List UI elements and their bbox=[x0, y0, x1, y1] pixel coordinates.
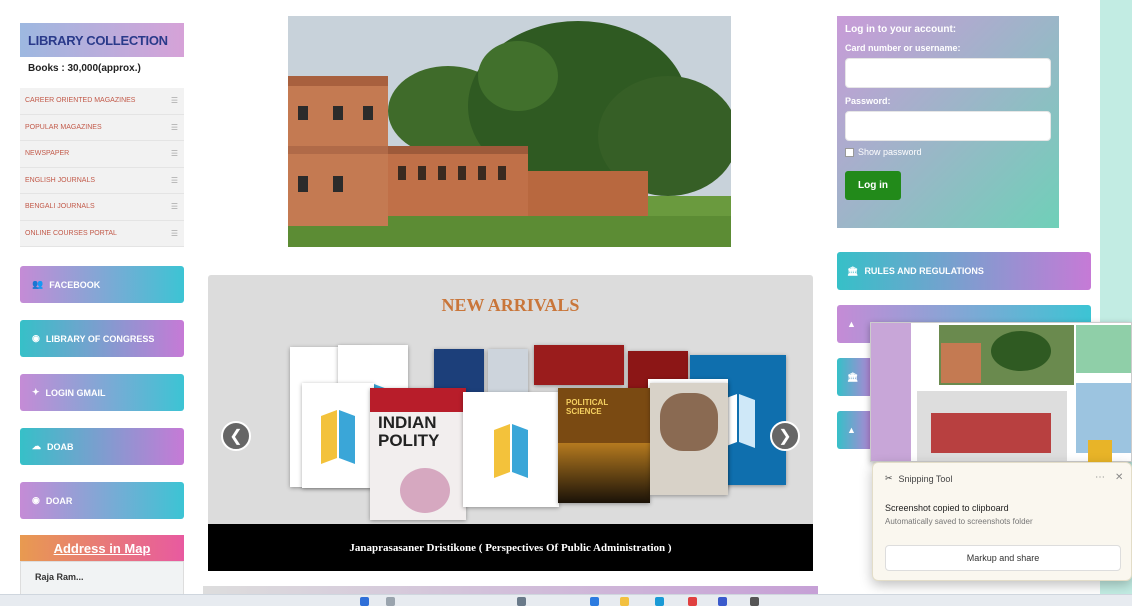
doab-label: DOAB bbox=[47, 441, 74, 452]
password-label: Password: bbox=[845, 96, 891, 106]
library-collection-header: LIBRARY COLLECTION bbox=[20, 23, 184, 57]
library-of-congress-label: LIBRARY OF CONGRESS bbox=[45, 333, 155, 344]
folder-icon[interactable] bbox=[620, 597, 629, 606]
bank-icon: 🏛 bbox=[847, 371, 859, 382]
chrome-icon[interactable] bbox=[688, 597, 697, 606]
rules-regulations-label: RULES AND REGULATIONS bbox=[864, 266, 984, 276]
facebook-button[interactable]: 👥 FACEBOOK bbox=[20, 266, 184, 303]
facebook-label: FACEBOOK bbox=[49, 279, 101, 290]
list-icon: ☰ bbox=[170, 202, 178, 212]
markup-share-button[interactable]: Markup and share bbox=[885, 545, 1121, 571]
close-icon[interactable]: ✕ bbox=[1115, 472, 1123, 483]
book-placeholder-icon bbox=[321, 409, 355, 464]
login-title: Log in to your account: bbox=[845, 24, 957, 35]
book-cover-indian-polity[interactable]: INDIAN POLITY bbox=[370, 388, 466, 520]
collection-item-career-magazines[interactable]: CAREER ORIENTED MAGAZINES ☰ bbox=[20, 88, 184, 115]
show-password-toggle[interactable]: Show password bbox=[845, 147, 1051, 157]
doar-button[interactable]: ◉ DOAR bbox=[20, 482, 184, 519]
users-icon: 👥 bbox=[32, 279, 44, 289]
more-options-icon[interactable]: ⋯ bbox=[1095, 472, 1105, 483]
book-title: INDIAN POLITY bbox=[378, 413, 440, 450]
login-panel: Log in to your account: Card number or u… bbox=[837, 16, 1059, 228]
list-icon: ☰ bbox=[170, 175, 178, 185]
book-cover[interactable] bbox=[650, 383, 728, 495]
doab-button[interactable]: ☁ DOAB bbox=[20, 428, 184, 465]
library-collection-title: LIBRARY COLLECTION bbox=[28, 32, 168, 48]
collection-list: CAREER ORIENTED MAGAZINES ☰ POPULAR MAGAZ… bbox=[20, 88, 184, 247]
login-gmail-button[interactable]: ✦ LOGIN GMAIL bbox=[20, 374, 184, 411]
cloud-icon: ▲ bbox=[847, 425, 856, 435]
taskbar bbox=[0, 594, 1132, 606]
chevron-right-icon: ❯ bbox=[778, 428, 792, 445]
collection-label: POPULAR MAGAZINES bbox=[25, 123, 102, 131]
book-title: POLITICAL SCIENCE bbox=[566, 398, 609, 416]
task-view-icon[interactable] bbox=[517, 597, 526, 606]
bank-icon: ▲ bbox=[847, 319, 856, 329]
list-icon: ☰ bbox=[170, 122, 178, 132]
collection-label: NEWSPAPER bbox=[25, 150, 70, 158]
toast-submessage: Automatically saved to screenshots folde… bbox=[885, 517, 1033, 526]
app-icon[interactable] bbox=[718, 597, 727, 606]
book-placeholder-icon bbox=[494, 423, 528, 478]
carousel-next-button[interactable]: ❯ bbox=[770, 421, 800, 451]
windows-start-icon[interactable] bbox=[360, 597, 369, 606]
scissors-icon: ✂ bbox=[885, 473, 893, 483]
new-arrivals-title: NEW ARRIVALS bbox=[441, 295, 580, 315]
carousel-prev-button[interactable]: ❮ bbox=[221, 421, 251, 451]
search-icon[interactable] bbox=[386, 597, 395, 606]
login-gmail-label: LOGIN GMAIL bbox=[45, 387, 106, 398]
book-cover[interactable] bbox=[534, 345, 624, 385]
list-icon: ☰ bbox=[170, 96, 178, 106]
toast-app-label: ✂ Snipping Tool bbox=[885, 473, 952, 484]
book-cover[interactable] bbox=[463, 392, 559, 507]
rules-regulations-button[interactable]: 🏛 RULES AND REGULATIONS bbox=[837, 252, 1091, 290]
cloud-icon: ☁ bbox=[32, 441, 41, 451]
login-button[interactable]: Log in bbox=[845, 171, 901, 200]
bank-icon: 🏛 bbox=[847, 265, 859, 276]
book-cover-political-science[interactable]: POLITICAL SCIENCE bbox=[558, 388, 650, 503]
group-icon: ✦ bbox=[32, 387, 40, 397]
book-cover[interactable] bbox=[302, 383, 374, 488]
collection-item-popular-magazines[interactable]: POPULAR MAGAZINES ☰ bbox=[20, 114, 184, 141]
checkbox[interactable] bbox=[845, 147, 854, 157]
campus-photo bbox=[288, 16, 731, 247]
collection-item-newspaper[interactable]: NEWSPAPER ☰ bbox=[20, 141, 184, 168]
content-divider bbox=[203, 586, 818, 594]
toast-app-name: Snipping Tool bbox=[898, 473, 953, 484]
collection-item-online-courses[interactable]: ONLINE COURSES PORTAL ☰ bbox=[20, 220, 184, 247]
password-input[interactable] bbox=[845, 111, 1051, 141]
camera-icon: ◉ bbox=[32, 495, 40, 505]
snipping-tool-toast[interactable]: ✂ Snipping Tool ⋯ ✕ Screenshot copied to … bbox=[872, 462, 1132, 581]
list-icon: ☰ bbox=[170, 228, 178, 238]
toast-message: Screenshot copied to clipboard bbox=[885, 503, 1009, 513]
chevron-left-icon: ❮ bbox=[229, 428, 243, 445]
carousel-caption: Janaprasasaner Dristikone ( Perspectives… bbox=[208, 524, 813, 571]
username-input[interactable] bbox=[845, 58, 1051, 88]
list-icon: ☰ bbox=[170, 149, 178, 159]
library-of-congress-button[interactable]: ◉ LIBRARY OF CONGRESS bbox=[20, 320, 184, 357]
show-password-label: Show password bbox=[858, 147, 922, 157]
doar-label: DOAR bbox=[45, 495, 73, 506]
app-icon[interactable] bbox=[750, 597, 759, 606]
collection-item-bengali-journals[interactable]: BENGALI JOURNALS ☰ bbox=[20, 194, 184, 221]
address-in-map-link[interactable]: Address in Map bbox=[20, 535, 184, 561]
collection-item-english-journals[interactable]: ENGLISH JOURNALS ☰ bbox=[20, 167, 184, 194]
new-arrivals-carousel: NEW ARRIVALS INDIAN POLITY POLITICAL SCI… bbox=[208, 275, 813, 571]
books-count: Books : 30,000(approx.) bbox=[28, 63, 141, 74]
camera-icon: ◉ bbox=[32, 333, 40, 343]
app-icon[interactable] bbox=[590, 597, 599, 606]
collection-label: ONLINE COURSES PORTAL bbox=[25, 229, 117, 237]
notification-indicator bbox=[1088, 440, 1112, 462]
collection-label: ENGLISH JOURNALS bbox=[25, 176, 96, 184]
username-label: Card number or username: bbox=[845, 43, 961, 53]
collection-label: CAREER ORIENTED MAGAZINES bbox=[25, 97, 136, 105]
edge-icon[interactable] bbox=[655, 597, 664, 606]
collection-label: BENGALI JOURNALS bbox=[25, 203, 95, 211]
map-place-label: Raja Ram... bbox=[35, 572, 84, 582]
